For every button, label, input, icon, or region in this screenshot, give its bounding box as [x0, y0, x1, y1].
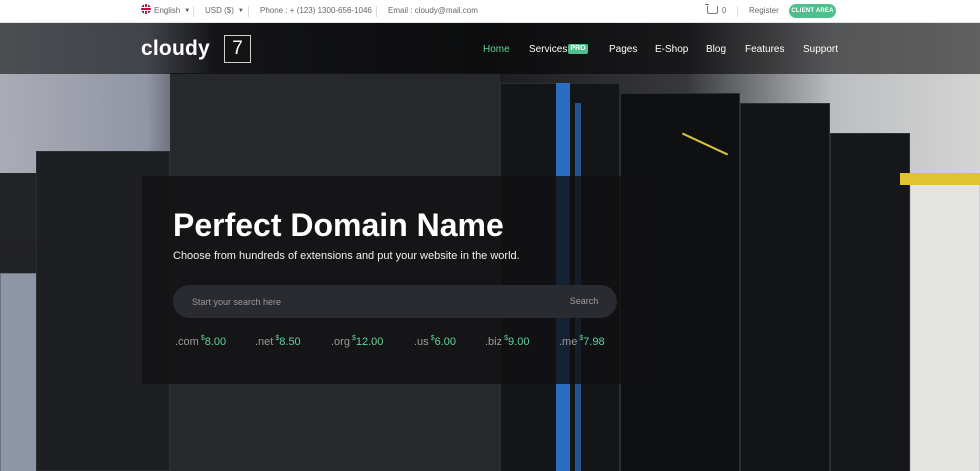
server-rack [830, 133, 910, 471]
server-rack [740, 103, 830, 471]
cart-icon [705, 4, 718, 14]
tld-price: $8.50 [275, 335, 301, 348]
price-amount: 8.00 [204, 336, 227, 348]
tld-price: $12.00 [352, 335, 384, 348]
nav-pages[interactable]: Pages [609, 43, 637, 57]
cart-button[interactable]: 0 [705, 0, 727, 22]
tld-extension: .biz [485, 336, 503, 348]
tld-price-me: .me $7.98 [559, 330, 605, 348]
nav-services[interactable]: Services [529, 43, 567, 57]
domain-search-bar [173, 285, 617, 318]
tld-extension: .net [255, 336, 274, 348]
email-link[interactable]: Email : cloudy@mail.com [388, 0, 478, 22]
register-link[interactable]: Register [749, 0, 779, 22]
tld-price: $7.98 [579, 335, 605, 348]
tld-price-com: .com $8.00 [175, 330, 226, 348]
client-area-button[interactable]: CLIENT AREA [789, 4, 836, 18]
tld-price-org: .org $12.00 [331, 330, 383, 348]
tld-price-net: .net $8.50 [255, 330, 301, 348]
tld-extension: .us [414, 336, 429, 348]
price-amount: 12.00 [355, 336, 384, 348]
price-amount: 6.00 [434, 336, 457, 348]
tld-extension: .com [175, 336, 199, 348]
domain-search-input[interactable] [192, 293, 552, 310]
nav-home[interactable]: Home [483, 43, 510, 57]
divider [737, 6, 738, 17]
language-label: English [154, 6, 181, 15]
tld-extension: .me [559, 336, 578, 348]
nav-blog[interactable]: Blog [706, 43, 726, 57]
nav-eshop[interactable]: E-Shop [655, 43, 688, 57]
cart-count: 0 [722, 6, 727, 15]
price-amount: 9.00 [508, 336, 530, 348]
search-button[interactable]: Search [555, 285, 613, 318]
tld-extension: .org [331, 336, 350, 348]
cable-tray [900, 173, 980, 185]
divider [193, 6, 194, 17]
pro-badge: PRO [568, 44, 588, 54]
currency-label: USD ($) [205, 6, 234, 15]
brand-badge[interactable]: 7 [224, 35, 251, 63]
tld-price-us: .us $6.00 [414, 330, 456, 348]
tld-price-biz: .biz $9.00 [485, 330, 529, 348]
hero-title: Perfect Domain Name [173, 207, 504, 243]
server-rack [0, 273, 40, 471]
divider [376, 6, 377, 17]
nav-features[interactable]: Features [745, 43, 784, 57]
tld-price: $9.00 [504, 335, 530, 348]
uk-flag-icon [141, 4, 151, 14]
tld-price: $6.00 [431, 335, 457, 348]
currency-selector[interactable]: USD ($) ▼ [205, 0, 244, 22]
nav-support[interactable]: Support [803, 43, 838, 57]
server-rack [910, 173, 980, 471]
caret-down-icon: ▼ [184, 8, 191, 14]
brand-logo[interactable]: cloudy [141, 35, 210, 63]
phone-text: Phone : + (123) 1300-656-1046 [260, 6, 372, 15]
price-amount: 7.98 [583, 336, 605, 348]
hero-subtitle: Choose from hundreds of extensions and p… [173, 250, 520, 262]
tld-price: $8.00 [201, 335, 227, 348]
price-amount: 8.50 [279, 336, 301, 348]
divider [248, 6, 249, 17]
top-bar: English ▼ USD ($) ▼ Phone : + (123) 1300-6… [0, 0, 980, 23]
language-selector[interactable]: English ▼ [141, 0, 190, 22]
caret-down-icon: ▼ [237, 8, 244, 14]
